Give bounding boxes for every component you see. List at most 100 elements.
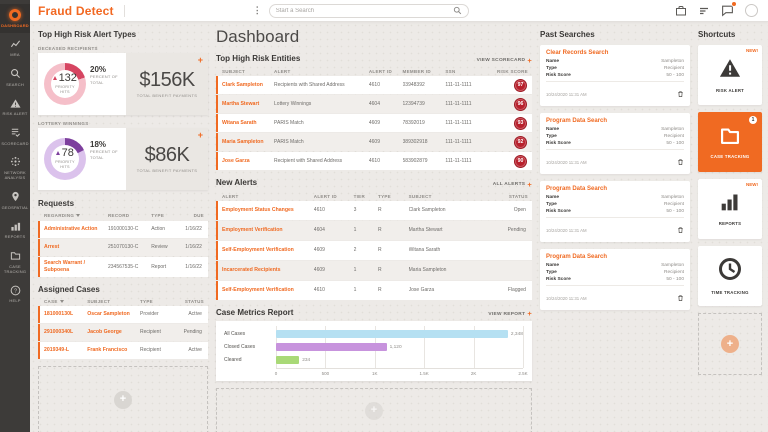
column-header[interactable]: SUBJECT — [222, 69, 274, 74]
add-shortcut-dropzone[interactable]: + — [698, 313, 762, 375]
sidebar-item-help[interactable]: ? HELP — [0, 279, 30, 308]
table-row[interactable]: Employment Status Changes 4610 3 R Clark… — [216, 200, 532, 220]
sidebar-item-dashboard[interactable]: DASHBOARD — [0, 4, 30, 34]
column-header[interactable]: DUE — [177, 213, 204, 219]
bar-cleared[interactable] — [276, 356, 300, 365]
table-row[interactable]: Martha Stewart Lottery Winnings 4604 123… — [216, 95, 532, 114]
subject-link[interactable]: Martha Stewart — [222, 101, 274, 107]
alert-link[interactable]: Incarcerated Recipients — [222, 267, 314, 273]
table-row[interactable]: Employment Verification 4604 1 R Martha … — [216, 220, 532, 240]
request-link[interactable]: Administrative Action — [44, 226, 108, 233]
column-header[interactable]: ALERT ID — [314, 194, 354, 199]
table-row[interactable]: Witana Sarath PARIS Match 4609 78392019 … — [216, 114, 532, 133]
column-header[interactable]: ALERT — [222, 194, 314, 199]
case-link[interactable]: 181000130L — [44, 311, 87, 317]
alert-type-card-deceased[interactable]: 132 PRIORITY HITS 20% PERCENT OF TOTAL +… — [38, 53, 208, 115]
past-search-card[interactable]: Program Data Search Name Sampleton Type Re… — [540, 181, 690, 242]
column-header[interactable]: SUBJECT — [409, 194, 479, 199]
table-row[interactable]: 291000340L Jacob George Recipient Pendin… — [38, 323, 208, 341]
subject-link[interactable]: Witana Sarath — [222, 120, 274, 126]
table-row[interactable]: Administrative Action 191000130-C Action… — [38, 220, 208, 238]
add-icon[interactable]: + — [721, 335, 739, 353]
table-row[interactable]: Arrest 251070130-C Review 1/16/22 — [38, 238, 208, 256]
view-report-button[interactable]: VIEW REPORT + — [488, 310, 532, 318]
bar-all-cases[interactable] — [276, 330, 508, 339]
sidebar-item-search[interactable]: SEARCH — [0, 63, 30, 92]
column-header[interactable]: RISK SCORE — [491, 69, 528, 74]
global-search[interactable] — [268, 2, 469, 20]
table-row[interactable]: Self-Employment Verification 4609 2 R Wi… — [216, 240, 532, 260]
add-widget-dropzone[interactable]: + — [216, 387, 532, 432]
sidebar-item-network-analysis[interactable]: NETWORK ANALYSIS — [0, 151, 30, 186]
alert-type-card-lottery[interactable]: 78 PRIORITY HITS 18% PERCENT OF TOTAL + … — [38, 128, 208, 190]
shortcut-risk-alert[interactable]: NEW! RISK ALERT — [698, 45, 762, 105]
column-header[interactable]: TIER — [354, 194, 378, 199]
column-header[interactable]: CASE — [44, 299, 87, 304]
shortcut-time-tracking[interactable]: TIME TRACKING — [698, 246, 762, 306]
column-header[interactable]: STATUS — [175, 299, 204, 304]
subject-link[interactable]: Maria Sampleton — [222, 139, 274, 145]
filter-lines-icon[interactable] — [698, 5, 710, 17]
search-input[interactable] — [275, 7, 453, 14]
add-widget-dropzone[interactable]: + — [38, 365, 208, 432]
table-row[interactable]: Maria Sampleton PARIS Match 4609 3893029… — [216, 133, 532, 152]
column-header[interactable]: TYPE — [151, 213, 177, 219]
column-header[interactable]: TYPE — [140, 299, 175, 304]
search-title-link[interactable]: Program Data Search — [546, 254, 684, 260]
alert-link[interactable]: Self-Employment Verification — [222, 247, 314, 253]
all-alerts-button[interactable]: ALL ALERTS + — [493, 181, 532, 189]
add-icon[interactable]: + — [114, 390, 132, 409]
column-header[interactable]: STATUS — [479, 194, 528, 199]
column-header[interactable]: ALERT ID — [369, 69, 403, 74]
sidebar-item-risk-alert[interactable]: RISK ALERT — [0, 92, 30, 121]
subject-link[interactable]: Clark Sampleton — [222, 82, 274, 88]
add-icon[interactable]: + — [198, 130, 203, 140]
past-search-card[interactable]: Clear Records Search Name Sampleton Type R… — [540, 45, 690, 106]
past-search-card[interactable]: Program Data Search Name Sampleton Type Re… — [540, 249, 690, 310]
column-header[interactable]: SUBJECT — [87, 299, 140, 304]
bar-closed-cases[interactable] — [276, 343, 387, 352]
table-row[interactable]: 2019349-L Frank Francisco Recipient Acti… — [38, 341, 208, 359]
trash-icon[interactable] — [677, 289, 684, 307]
case-link[interactable]: 291000340L — [44, 329, 87, 335]
trash-icon[interactable] — [677, 221, 684, 239]
overflow-menu-icon[interactable]: ⋮ — [253, 5, 262, 16]
view-scorecard-button[interactable]: VIEW SCORECARD + — [477, 57, 532, 65]
alert-link[interactable]: Employment Status Changes — [222, 207, 314, 213]
past-search-card[interactable]: Program Data Search Name Sampleton Type Re… — [540, 113, 690, 174]
search-icon[interactable] — [453, 2, 462, 20]
table-row[interactable]: Jose Garza Recipient with Shared Address… — [216, 152, 532, 171]
request-link[interactable]: Search Warrant / Subpoena — [44, 260, 108, 273]
table-row[interactable]: Incarcerated Recipients 4609 1 R Maria S… — [216, 260, 532, 280]
alert-link[interactable]: Employment Verification — [222, 227, 314, 233]
shortcut-case-tracking[interactable]: 1 CASE TRACKING — [698, 112, 762, 172]
column-header[interactable]: TYPE — [378, 194, 409, 199]
request-link[interactable]: Arrest — [44, 244, 108, 251]
sidebar-item-reports[interactable]: REPORTS — [0, 215, 30, 244]
add-icon[interactable]: + — [198, 55, 203, 65]
subject-link[interactable]: Jacob George — [87, 329, 140, 335]
avatar[interactable] — [745, 4, 758, 17]
subject-link[interactable]: Oscar Sampleton — [87, 311, 140, 317]
sidebar-item-case-tracking[interactable]: CASE TRACKING — [0, 245, 30, 280]
table-row[interactable]: Search Warrant / Subpoena 234567535-C Re… — [38, 256, 208, 277]
trash-icon[interactable] — [677, 153, 684, 171]
subject-link[interactable]: Jose Garza — [222, 158, 274, 164]
app-logo[interactable]: Fraud Detect — [38, 4, 114, 18]
sidebar-item-geospatial[interactable]: GEOSPATIAL — [0, 186, 30, 215]
messages-icon[interactable] — [721, 1, 737, 17]
search-title-link[interactable]: Program Data Search — [546, 118, 684, 124]
table-row[interactable]: Clark Sampleton Recipients with Shared A… — [216, 76, 532, 95]
subject-link[interactable]: Frank Francisco — [87, 347, 140, 353]
table-row[interactable]: Self-Employment Verification 4610 1 R Jo… — [216, 280, 532, 300]
column-header[interactable]: RECORD — [108, 213, 151, 219]
briefcase-icon[interactable] — [675, 5, 687, 17]
column-header[interactable]: SSN — [445, 69, 491, 74]
case-link[interactable]: 2019349-L — [44, 347, 87, 353]
column-header[interactable]: MEMBER ID — [403, 69, 446, 74]
alert-link[interactable]: Self-Employment Verification — [222, 287, 314, 293]
add-icon[interactable]: + — [365, 401, 383, 420]
trash-icon[interactable] — [677, 85, 684, 103]
sidebar-item-mra[interactable]: MRA — [0, 33, 30, 62]
sidebar-item-scorecard[interactable]: SCORECARD — [0, 122, 30, 151]
